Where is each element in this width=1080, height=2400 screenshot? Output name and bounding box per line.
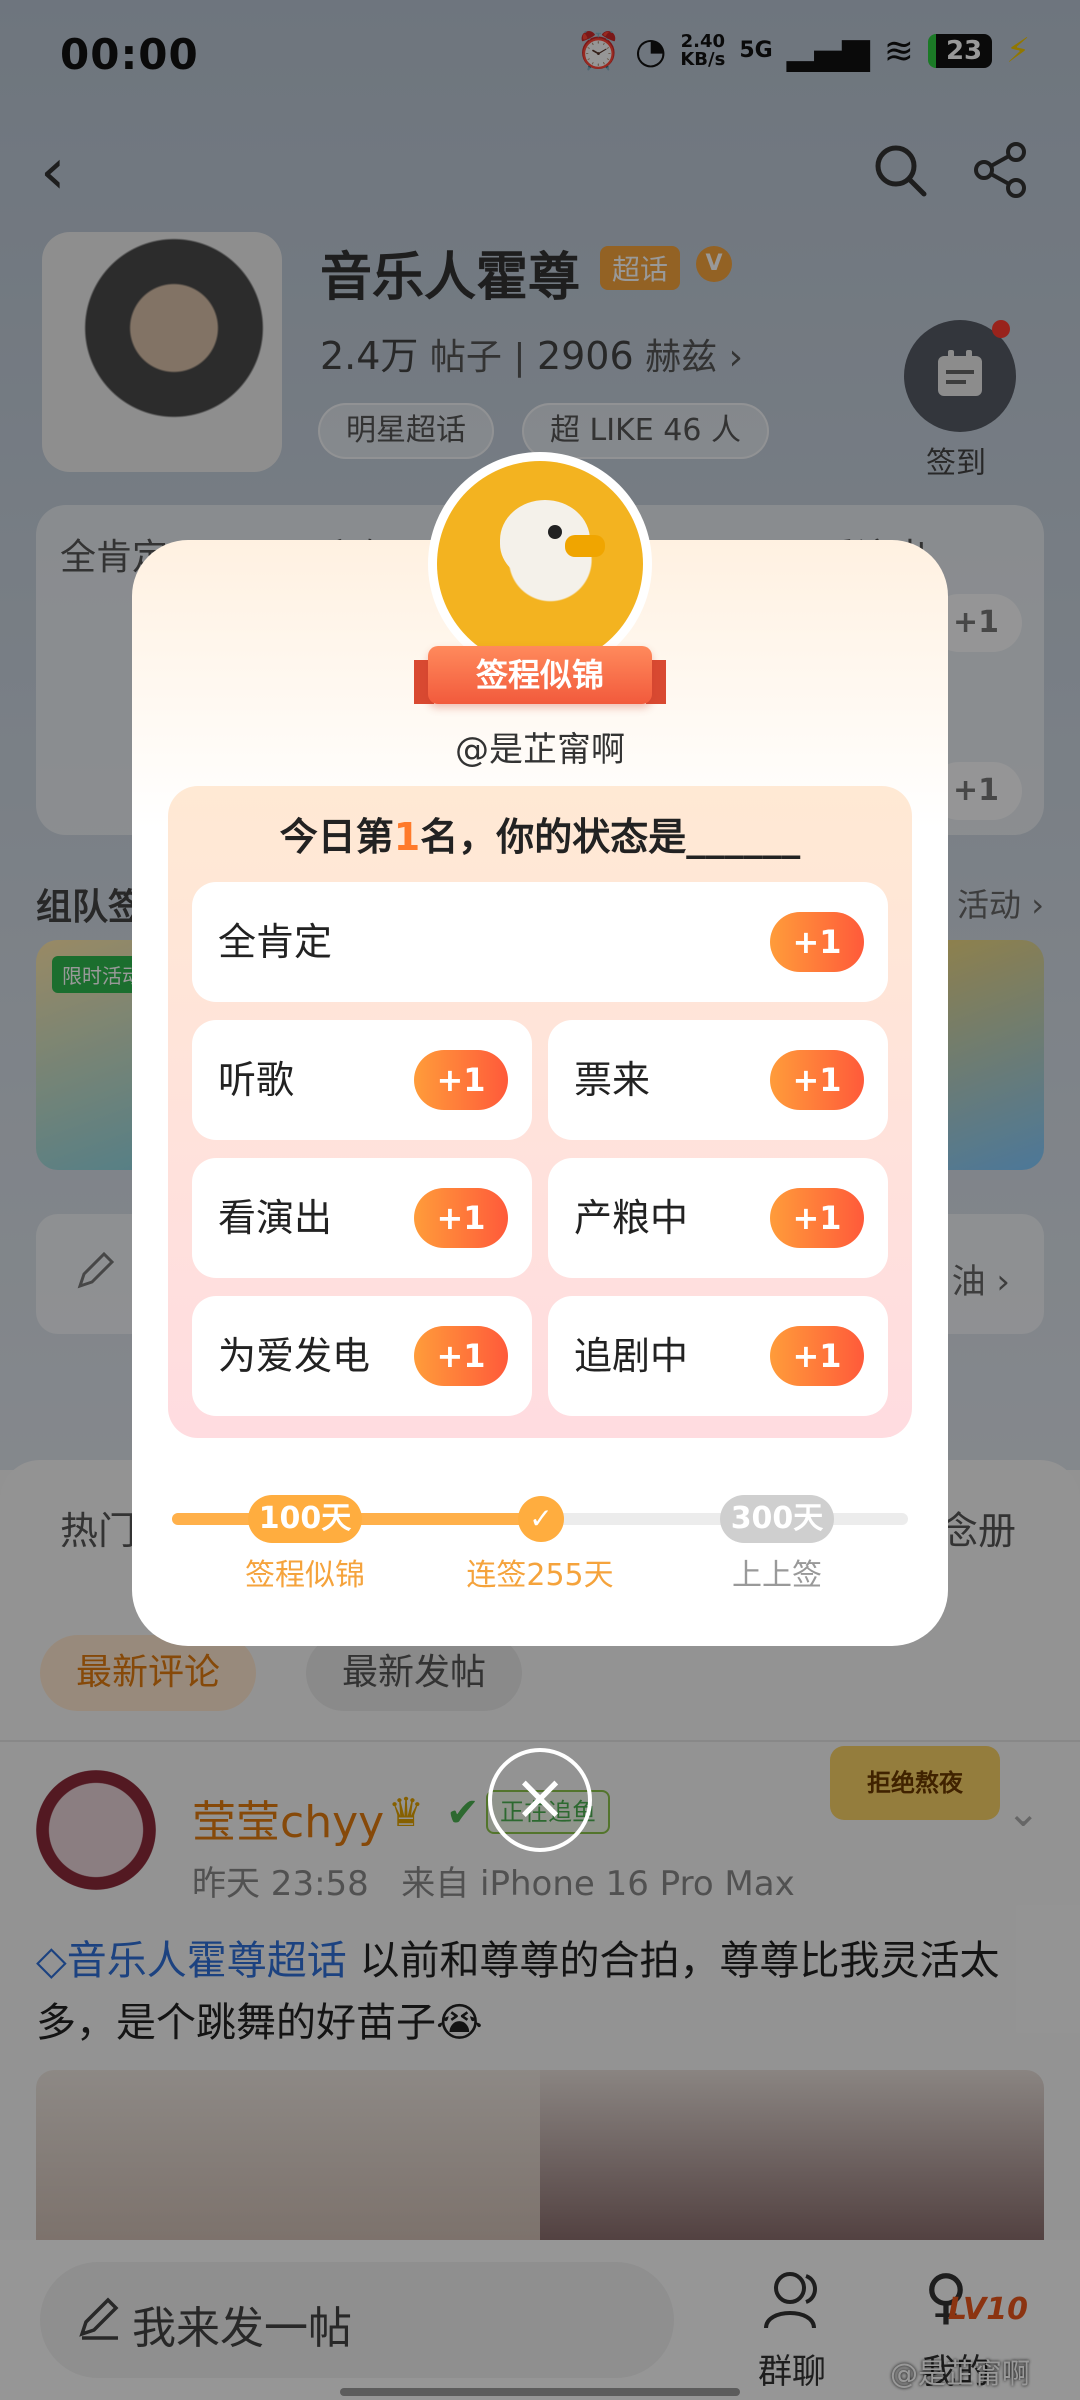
duck-eye bbox=[548, 525, 562, 539]
plus-one-button[interactable]: +1 bbox=[770, 1188, 864, 1248]
status-option-label: 为爱发电 bbox=[218, 1334, 371, 1378]
title-ribbon: 签程似锦 bbox=[428, 646, 652, 704]
question-suffix: 名，你的状态是______ bbox=[420, 815, 801, 859]
plus-one-button[interactable]: +1 bbox=[414, 1188, 508, 1248]
status-option-label: 听歌 bbox=[218, 1058, 295, 1102]
milestone-300-label: 上上签 bbox=[732, 1558, 822, 1593]
status-option-label: 追剧中 bbox=[574, 1334, 689, 1378]
status-option-label: 看演出 bbox=[218, 1196, 333, 1240]
close-icon[interactable]: × bbox=[488, 1748, 592, 1852]
plus-one-button[interactable]: +1 bbox=[770, 1326, 864, 1386]
status-option-full-affirm[interactable]: 全肯定 +1 bbox=[192, 882, 888, 1002]
duck-beak bbox=[565, 535, 605, 557]
status-option-tickets[interactable]: 票来 +1 bbox=[548, 1020, 888, 1140]
status-option-label: 票来 bbox=[574, 1058, 651, 1102]
plus-one-button[interactable]: +1 bbox=[414, 1050, 508, 1110]
plus-one-button[interactable]: +1 bbox=[770, 1050, 864, 1110]
rank-number: 1 bbox=[393, 815, 421, 859]
question-prefix: 今日第 bbox=[279, 815, 394, 859]
status-option-drama[interactable]: 追剧中 +1 bbox=[548, 1296, 888, 1416]
check-icon: ✓ bbox=[518, 1496, 564, 1542]
status-option-concert[interactable]: 看演出 +1 bbox=[192, 1158, 532, 1278]
milestone-300: 300天 bbox=[720, 1495, 834, 1543]
status-option-creating[interactable]: 产粮中 +1 bbox=[548, 1158, 888, 1278]
status-option-label: 产粮中 bbox=[574, 1196, 689, 1240]
milestone-100: 100天 bbox=[248, 1495, 362, 1543]
status-option-love-power[interactable]: 为爱发电 +1 bbox=[192, 1296, 532, 1416]
current-streak-label: 连签255天 bbox=[466, 1558, 614, 1593]
status-question: 今日第1名，你的状态是______ bbox=[168, 806, 912, 861]
plus-one-button[interactable]: +1 bbox=[414, 1326, 508, 1386]
status-option-listen[interactable]: 听歌 +1 bbox=[192, 1020, 532, 1140]
modal-username: @是芷甯啊 bbox=[455, 730, 625, 770]
milestone-100-label: 签程似锦 bbox=[245, 1558, 365, 1593]
status-option-label: 全肯定 bbox=[218, 920, 333, 964]
plus-one-button[interactable]: +1 bbox=[770, 912, 864, 972]
